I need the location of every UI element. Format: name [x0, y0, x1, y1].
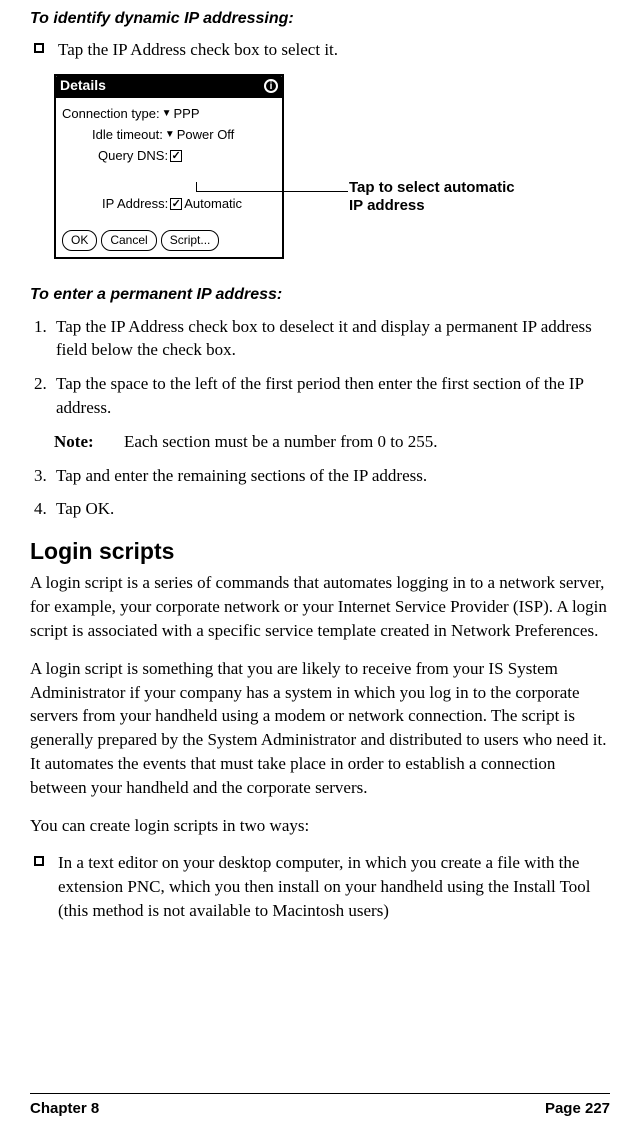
page-number: Page 227 — [545, 1098, 610, 1119]
palm-screenshot-container: Details i Connection type: ▼ PPP Idle ti… — [54, 74, 610, 264]
step-text: Tap and enter the remaining sections of … — [56, 464, 610, 488]
bullet-square-icon — [34, 856, 44, 866]
step-text: Tap the space to the left of the first p… — [56, 372, 610, 420]
cancel-button[interactable]: Cancel — [101, 230, 156, 251]
idle-timeout-label: Idle timeout: — [92, 126, 163, 144]
step-text: Tap the IP Address check box to deselect… — [56, 315, 610, 363]
ip-address-value: Automatic — [184, 195, 242, 213]
chapter-label: Chapter 8 — [30, 1098, 99, 1119]
palm-titlebar: Details i — [54, 74, 284, 98]
step-number: 2. — [34, 372, 56, 420]
connection-type-value[interactable]: PPP — [173, 105, 199, 123]
callout-annotation: Tap to select automatic IP address — [349, 179, 515, 215]
note-label: Note: — [54, 430, 124, 454]
query-dns-label: Query DNS: — [98, 147, 168, 165]
heading-permanent-ip: To enter a permanent IP address: — [30, 284, 610, 306]
step-text: Tap OK. — [56, 497, 610, 521]
heading-dynamic-ip: To identify dynamic IP addressing: — [30, 8, 610, 30]
paragraph: You can create login scripts in two ways… — [30, 814, 610, 838]
palm-details-dialog: Details i Connection type: ▼ PPP Idle ti… — [54, 74, 284, 259]
step-4: 4. Tap OK. — [34, 497, 610, 521]
bullet-text: In a text editor on your desktop compute… — [58, 851, 610, 922]
connection-type-label: Connection type: — [62, 105, 160, 123]
dropdown-arrow-icon[interactable]: ▼ — [162, 107, 172, 121]
palm-body: Connection type: ▼ PPP Idle timeout: ▼ P… — [56, 98, 282, 221]
step-number: 3. — [34, 464, 56, 488]
bullet-item: In a text editor on your desktop compute… — [30, 851, 610, 922]
callout-line-horizontal — [196, 191, 348, 192]
ip-address-checkbox[interactable]: ✓ — [170, 198, 182, 210]
paragraph: A login script is something that you are… — [30, 657, 610, 800]
note-block: Note: Each section must be a number from… — [54, 430, 610, 454]
step-number: 4. — [34, 497, 56, 521]
bullet-item: Tap the IP Address check box to select i… — [30, 38, 610, 62]
palm-title: Details — [60, 76, 106, 96]
heading-login-scripts: Login scripts — [30, 535, 610, 567]
info-icon[interactable]: i — [264, 79, 278, 93]
idle-timeout-value[interactable]: Power Off — [177, 126, 235, 144]
paragraph: A login script is a series of commands t… — [30, 571, 610, 642]
callout-line2: IP address — [349, 197, 515, 215]
bullet-square-icon — [34, 43, 44, 53]
script-button[interactable]: Script... — [161, 230, 220, 251]
ok-button[interactable]: OK — [62, 230, 97, 251]
step-number: 1. — [34, 315, 56, 363]
query-dns-checkbox[interactable]: ✓ — [170, 150, 182, 162]
step-3: 3. Tap and enter the remaining sections … — [34, 464, 610, 488]
step-2: 2. Tap the space to the left of the firs… — [34, 372, 610, 420]
dropdown-arrow-icon[interactable]: ▼ — [165, 128, 175, 142]
ip-address-label: IP Address: — [102, 195, 168, 213]
step-1: 1. Tap the IP Address check box to desel… — [34, 315, 610, 363]
bullet-text: Tap the IP Address check box to select i… — [58, 38, 610, 62]
callout-line1: Tap to select automatic — [349, 179, 515, 197]
note-text: Each section must be a number from 0 to … — [124, 430, 437, 454]
page-footer: Chapter 8 Page 227 — [30, 1093, 610, 1119]
